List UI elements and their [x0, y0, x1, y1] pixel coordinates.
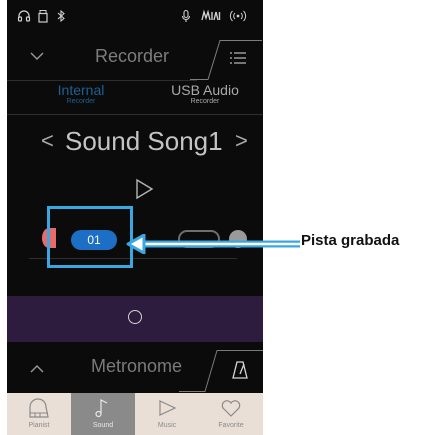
nav-favorite[interactable]: Favorite: [199, 393, 263, 435]
status-bar: [7, 0, 263, 34]
metronome-bar: Metronome: [7, 350, 263, 392]
highlight-box: [47, 206, 133, 268]
metronome-icon[interactable]: [231, 360, 249, 380]
chevron-down-icon[interactable]: [29, 50, 45, 62]
play-outline-icon: [159, 400, 177, 416]
app-screen: Recorder Internal Recorder USB Audio Rec…: [7, 0, 263, 435]
page-title: Recorder: [95, 46, 170, 66]
midi-icon: [201, 9, 221, 23]
nav-music[interactable]: Music: [135, 393, 199, 435]
menu-icon[interactable]: [229, 50, 247, 66]
previous-song-button[interactable]: <: [41, 128, 54, 154]
headphones-icon: [17, 9, 31, 23]
header-underline: [7, 80, 197, 81]
microphone-icon: [179, 9, 193, 23]
tab-internal[interactable]: Internal Recorder: [29, 82, 133, 105]
nav-music-label: Music: [157, 422, 177, 429]
song-selector: < Sound Song1 >: [7, 120, 263, 164]
record-circle-icon[interactable]: [128, 310, 142, 324]
tab-usb-audio-sublabel: Recorder: [190, 98, 220, 105]
nav-favorite-label: Favorite: [218, 422, 244, 429]
chevron-up-icon[interactable]: [29, 363, 45, 375]
recorder-header: Recorder: [7, 40, 263, 80]
bottom-navigation: Pianist Sound Music Favorite: [7, 393, 263, 435]
metronome-label: Metronome: [91, 356, 183, 376]
tab-usb-audio[interactable]: USB Audio Recorder: [153, 82, 257, 105]
heart-icon: [221, 400, 241, 417]
callout-arrow: [126, 234, 300, 254]
record-bar[interactable]: [7, 296, 263, 342]
nav-pianist-label: Pianist: [28, 422, 50, 429]
play-icon[interactable]: [133, 178, 155, 200]
next-song-button[interactable]: >: [235, 128, 248, 154]
song-title: Sound Song1: [65, 126, 223, 156]
nav-sound-label: Sound: [92, 422, 114, 429]
tab-internal-label: Internal: [57, 82, 105, 98]
bluetooth-icon: [54, 9, 68, 23]
music-note-icon: [95, 399, 108, 418]
usb-drive-icon: [36, 9, 50, 23]
piano-icon: [29, 398, 49, 418]
nav-sound[interactable]: Sound: [71, 393, 135, 435]
metronome-divider: [179, 350, 263, 392]
callout-label: Pista grabada: [301, 232, 400, 249]
tab-usb-audio-label: USB Audio: [171, 82, 239, 98]
tab-internal-sublabel: Recorder: [66, 98, 96, 105]
header-divider: [190, 40, 262, 80]
tabs-divider: [7, 114, 263, 115]
wireless-icon: [229, 9, 247, 23]
nav-pianist[interactable]: Pianist: [7, 393, 71, 435]
